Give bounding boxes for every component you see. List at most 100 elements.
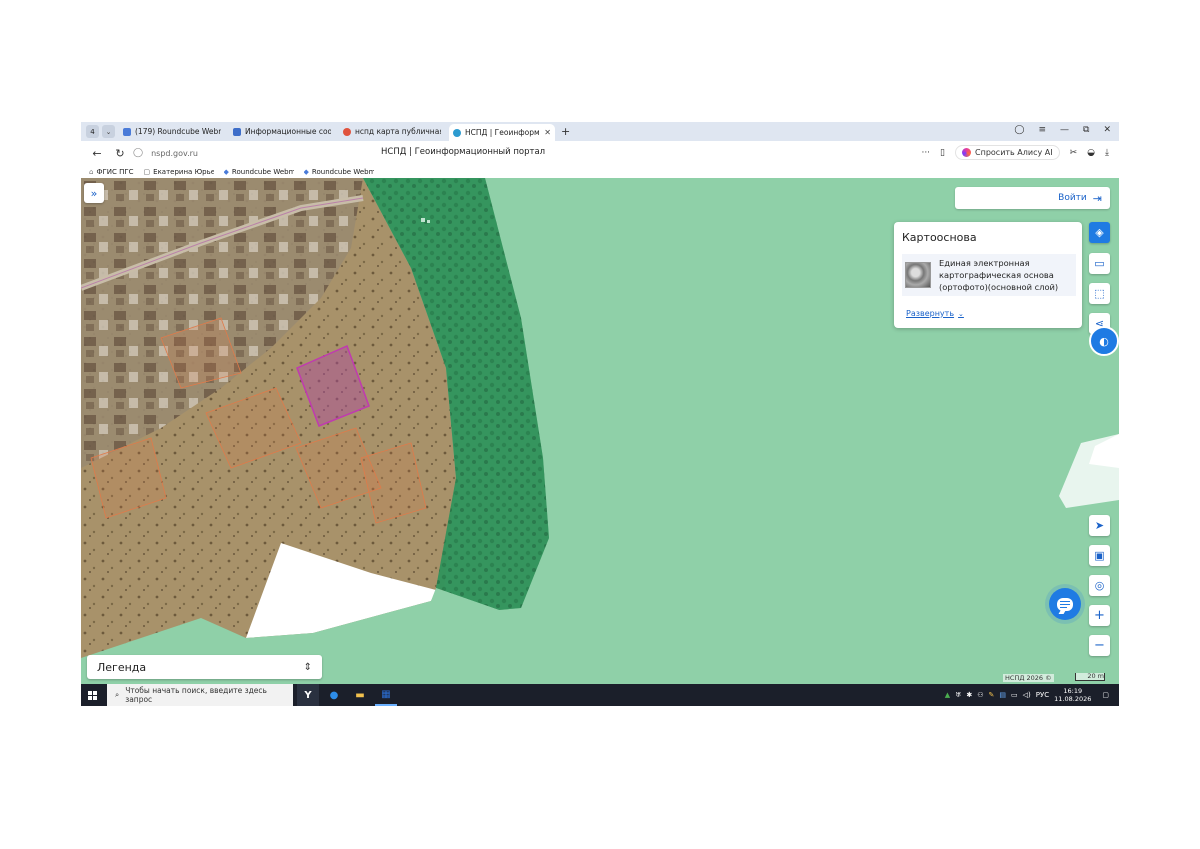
measure-tool-button[interactable]: ▭ (1089, 253, 1110, 274)
volume-icon[interactable]: ◁) (1023, 691, 1031, 699)
taskbar-search[interactable]: ⌕ Чтобы начать поиск, введите здесь запр… (107, 684, 293, 706)
tray-app-icon[interactable]: ⚇ (977, 691, 983, 699)
bookmarks-bar: ⌂ ФГИС ПГС ▢ Екатерина Юрьевна ◆ Roundcu… (81, 165, 1119, 178)
bookmark-label: ФГИС ПГС (96, 167, 134, 176)
bookmark-icon[interactable]: ▯ (940, 148, 945, 158)
scale-bar: 20 m (1075, 673, 1105, 681)
basemap-layer-name: Единая электронная картографическая осно… (939, 258, 1059, 292)
select-area-icon: ⬚ (1094, 287, 1105, 300)
folder-icon: ▬ (355, 689, 365, 701)
roundcube-icon: ◆ (223, 167, 229, 176)
chevron-down-icon: ⌄ (958, 309, 964, 318)
taskbar-yandex-browser[interactable]: Y (297, 684, 319, 706)
search-location-button[interactable]: ◎ (1089, 575, 1110, 596)
legend-selector[interactable]: Легенда ⇕ (87, 655, 322, 679)
tab-roundcube[interactable]: (179) Roundcube Webmail (119, 123, 225, 140)
login-button[interactable]: Войти ⇥ (955, 187, 1110, 209)
back-arrow-icon[interactable]: ← (90, 147, 104, 160)
notifications-icon[interactable]: ▢ (1102, 691, 1109, 699)
news-icon (233, 127, 241, 136)
taskbar-file-explorer[interactable]: ▬ (349, 684, 371, 706)
tray-app-icon[interactable]: ▲ (945, 691, 950, 699)
menu-icon[interactable]: ≡ (1038, 125, 1046, 135)
assistant-button[interactable]: ◐ (1089, 326, 1119, 356)
layers-icon: ◈ (1095, 226, 1104, 239)
chat-button[interactable] (1049, 588, 1081, 620)
tab-info-messages[interactable]: Информационные сообщения (229, 123, 335, 140)
tab-nspd[interactable]: НСПД | Геоинформационный портал ✕ (449, 124, 555, 141)
folder-icon: ⌂ (89, 167, 94, 176)
assistant-icon: ◐ (1099, 334, 1109, 348)
zoom-in-button[interactable]: + (1089, 605, 1110, 626)
tab-count-button[interactable]: 4 (86, 125, 99, 138)
clock[interactable]: 16:19 11.08.2026 (1054, 687, 1091, 703)
tab-title: нспд карта публичная кадастровая (355, 127, 441, 136)
tray-app-icon[interactable]: ▤ (999, 691, 1006, 699)
layers-tool-button[interactable]: ◈ (1089, 222, 1110, 243)
taskbar-word[interactable]: ▦ (375, 684, 397, 706)
navigation-arrow-icon: ➤ (1094, 519, 1105, 532)
updown-chevron-icon: ⇕ (303, 661, 312, 673)
map-view[interactable]: » Войти ⇥ Картооснова Единая электронная… (81, 178, 1119, 684)
search-icon: ⌕ (115, 690, 120, 699)
reload-icon[interactable]: ↻ (113, 147, 127, 160)
url-field[interactable]: nspd.gov.ru (151, 149, 198, 158)
document-icon: ▢ (143, 167, 151, 176)
zoom-out-button[interactable]: − (1089, 635, 1110, 656)
ruler-icon: ▭ (1094, 257, 1105, 270)
network-icon[interactable]: ▭ (1011, 691, 1018, 699)
double-chevron-right-icon: » (90, 186, 98, 200)
tab-search-results[interactable]: нспд карта публичная кадастровая (339, 123, 445, 140)
tab-list-chevron-icon[interactable]: ⌄ (102, 125, 115, 138)
expand-label: Развернуть (906, 309, 955, 318)
tab-title: НСПД | Геоинформационный портал (465, 128, 540, 137)
bookmark-fgis[interactable]: ⌂ ФГИС ПГС (89, 168, 134, 176)
browser-tab-bar: 4 ⌄ (179) Roundcube Webmail Информационн… (81, 122, 1119, 141)
download-icon[interactable]: ⤓ (1105, 148, 1109, 158)
bookmark-roundcube-2[interactable]: ◆ Roundcube Webmail (304, 168, 374, 176)
locate-button[interactable]: ➤ (1089, 515, 1110, 536)
language-indicator[interactable]: РУС (1036, 691, 1049, 699)
select-area-button[interactable]: ⬚ (1089, 283, 1110, 304)
address-bar-actions: ··· ▯ Спросить Алису AI ✂ ◒ ⤓ (921, 145, 1109, 160)
roundcube-icon (123, 127, 131, 136)
address-bar: ← ↻ ◯ nspd.gov.ru НСПД | Геоинформационн… (81, 141, 1119, 165)
expand-basemap-link[interactable]: Развернуть ⌄ (906, 309, 964, 318)
minimize-icon[interactable]: — (1060, 125, 1069, 135)
start-button[interactable] (81, 684, 103, 706)
tray-app-icon[interactable]: ✎ (989, 691, 995, 699)
tray-app-icon[interactable]: ✱ (966, 691, 972, 699)
extension-icon[interactable]: ✂ (1070, 148, 1078, 158)
taskbar-app-blue[interactable]: ● (323, 684, 345, 706)
window-controls: ◯ ≡ — ⧉ ✕ (1014, 125, 1111, 135)
basemap-layer-item[interactable]: Единая электронная картографическая осно… (902, 254, 1076, 296)
bookmark-label: Екатерина Юрьевна (153, 167, 214, 176)
shield-icon[interactable]: ◒ (1087, 148, 1095, 158)
time: 16:19 (1063, 687, 1083, 695)
new-tab-button[interactable]: + (561, 125, 570, 138)
bookmark-ekaterina[interactable]: ▢ Екатерина Юрьевна (144, 168, 214, 176)
minimap-icon: ▣ (1094, 549, 1105, 562)
basemap-thumbnail (905, 262, 931, 288)
tab-title: (179) Roundcube Webmail (135, 127, 221, 136)
plus-icon: + (1094, 608, 1105, 623)
expand-sidebar-button[interactable]: » (84, 183, 104, 203)
more-icon[interactable]: ··· (921, 148, 930, 158)
minus-icon: − (1094, 638, 1105, 653)
yandex-icon: Y (304, 689, 312, 701)
chat-icon (1057, 597, 1073, 611)
close-window-icon[interactable]: ✕ (1103, 125, 1111, 135)
windows-taskbar: ⌕ Чтобы начать поиск, введите здесь запр… (81, 684, 1119, 706)
profile-icon[interactable]: ◯ (1014, 125, 1024, 135)
site-info-icon[interactable]: ◯ (133, 148, 143, 158)
minimap-button[interactable]: ▣ (1089, 545, 1110, 566)
tray-app-icon[interactable]: ♅ (955, 691, 961, 699)
close-tab-icon[interactable]: ✕ (544, 128, 551, 137)
bookmark-roundcube-1[interactable]: ◆ Roundcube Webmail (224, 168, 294, 176)
ask-alice-button[interactable]: Спросить Алису AI (955, 145, 1060, 160)
restore-icon[interactable]: ⧉ (1083, 125, 1089, 135)
app-icon: ● (329, 689, 339, 701)
copyright: НСПД 2026 © (1003, 674, 1054, 682)
login-label: Войти (1058, 193, 1087, 203)
tab-title: Информационные сообщения (245, 127, 331, 136)
